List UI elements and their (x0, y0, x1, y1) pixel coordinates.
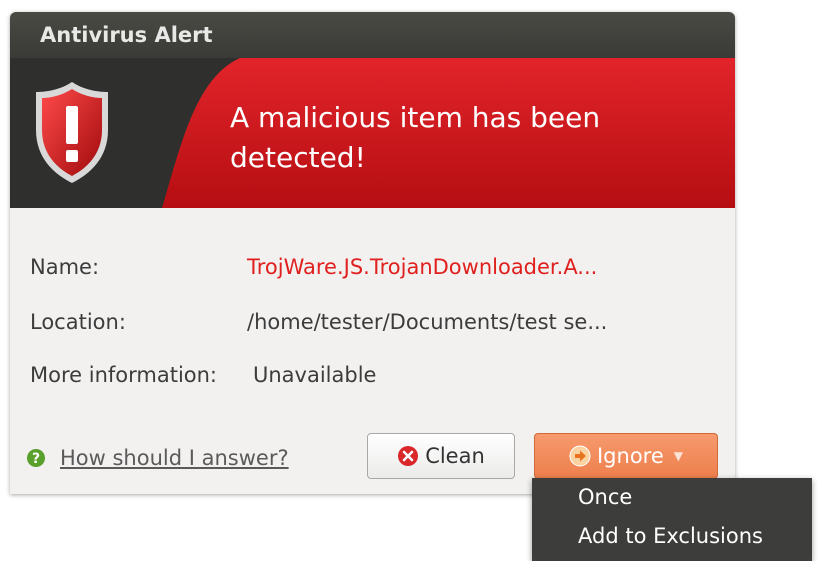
shield-exclamation-icon (36, 82, 108, 183)
chevron-down-icon: ▼ (673, 449, 683, 463)
svg-text:?: ? (32, 451, 40, 467)
clean-button-label: Clean (425, 444, 485, 468)
help-question-icon: ? (27, 449, 45, 467)
alert-headline: A malicious item has been detected! (230, 101, 601, 174)
help-section: ? How should I answer? (26, 445, 289, 471)
menu-item-add-to-exclusions[interactable]: Add to Exclusions (578, 524, 763, 548)
location-value: /home/tester/Documents/test se... (247, 310, 608, 334)
location-label: Location: (30, 310, 126, 334)
menu-item-once[interactable]: Once (578, 485, 632, 509)
name-label: Name: (30, 255, 100, 279)
more-info-label: More information: (30, 363, 218, 387)
threat-name-value: TrojWare.JS.TrojanDownloader.A... (247, 255, 598, 279)
red-x-icon (398, 446, 419, 466)
window-title: Antivirus Alert (10, 12, 735, 58)
ignore-button-label: Ignore (596, 444, 664, 468)
more-info-value: Unavailable (253, 363, 377, 387)
antivirus-alert-dialog: Antivirus Alert A malicious item has bee… (10, 12, 735, 494)
how-should-i-answer-link[interactable]: How should I answer? (60, 446, 289, 470)
clean-button[interactable]: Clean (367, 433, 515, 479)
orange-arrow-icon (569, 445, 591, 467)
alert-banner: A malicious item has been detected! (10, 58, 735, 208)
ignore-dropdown-menu: Once Add to Exclusions (532, 478, 812, 561)
ignore-button[interactable]: Ignore ▼ (534, 433, 718, 479)
